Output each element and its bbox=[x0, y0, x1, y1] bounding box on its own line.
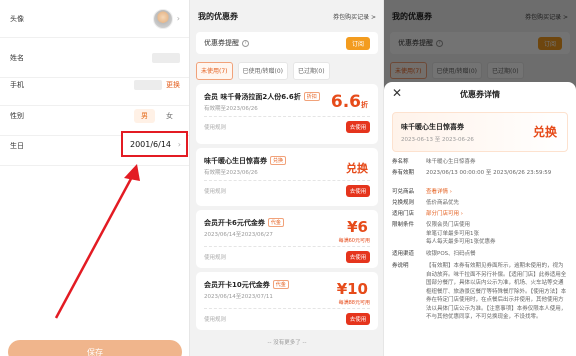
coupon-tag: 兑换 bbox=[270, 156, 287, 165]
coupon-tabs: 未使用(7) 已使用/转赠(0) 已过期(0) bbox=[196, 62, 378, 80]
divider bbox=[204, 246, 370, 247]
detail-row: 券名称 味千暖心生日惊喜券 bbox=[392, 159, 476, 165]
coupon-detail-panel: 我的优惠券 券包购买记录 > 优惠券提醒? 订阅 未使用(7) 已使用/转赠(0… bbox=[384, 0, 576, 356]
detail-row: 兑换规则 低价商品优先 bbox=[392, 200, 460, 206]
usage-rules-link[interactable]: 使用规则 bbox=[204, 187, 226, 195]
coupon-tag: 代金 bbox=[267, 218, 284, 227]
profile-panel: 头像 › 姓名 手机 更换 性别 男 女 生日 2001/6/14 › 保存 bbox=[0, 0, 190, 356]
help-icon[interactable]: ? bbox=[242, 39, 249, 47]
usage-rules-link[interactable]: 使用规则 bbox=[204, 253, 226, 261]
detail-row: 限制条件 仅限会员门店使用 单笔订单最多可用1张 每人每天最多可用1张优惠券 bbox=[392, 222, 496, 245]
coupon-card[interactable]: 会员开卡10元代金券 代金 2023/06/14至2023/07/11 ¥10 每… bbox=[196, 272, 378, 330]
coupon-condition: 每满60元可用 bbox=[338, 238, 370, 244]
use-coupon-button[interactable]: 去使用 bbox=[346, 251, 370, 263]
divider bbox=[204, 180, 370, 181]
coupon-list-panel: 我的优惠券 券包购买记录 > 优惠券提醒? 订阅 未使用(7) 已使用/转赠(0… bbox=[190, 0, 384, 356]
detail-row: 适用渠道 收银POS、扫码点餐 bbox=[392, 251, 476, 257]
coupon-value: 兑换 bbox=[346, 162, 368, 175]
sheet-title: 优惠券详情 bbox=[460, 89, 500, 99]
coupon-title: 味千暖心生日惊喜券 bbox=[401, 123, 464, 131]
usage-rules-link[interactable]: 使用规则 bbox=[204, 123, 226, 131]
detail-row: 券有效期 2023/06/13 00:00:00 至 2023/06/26 23:… bbox=[392, 170, 552, 176]
coupon-value: ¥6 bbox=[347, 218, 368, 236]
usage-rules-link[interactable]: 使用规则 bbox=[204, 315, 226, 323]
tab-unused[interactable]: 未使用(7) bbox=[196, 62, 233, 80]
tab-expired[interactable]: 已过期(0) bbox=[293, 62, 330, 80]
detail-row: 适用门店 部分门店可用 › bbox=[392, 210, 568, 219]
coupon-card[interactable]: 味千暖心生日惊喜券 兑换 有效期至2023/06/26 兑换 使用规则 去使用 bbox=[196, 148, 378, 206]
coupon-title: 会员开卡6元代金券 bbox=[204, 219, 265, 227]
coupon-header: 我的优惠券 券包购买记录 > bbox=[190, 0, 384, 32]
divider bbox=[204, 116, 370, 117]
detail-row: 券说明 【有效期】本券有效期见券面所示，逾期未使用的，视为自动放弃。味千拉面不另行… bbox=[392, 263, 567, 320]
coupon-date: 有效期至2023/06/26 bbox=[204, 106, 258, 112]
coupon-tag: 折扣 bbox=[303, 92, 320, 101]
coupon-value: 兑换 bbox=[532, 125, 557, 139]
subscribe-button[interactable]: 订阅 bbox=[345, 36, 370, 50]
coupon-tag: 代金 bbox=[272, 280, 289, 289]
coupon-date: 2023/06/14至2023/06/27 bbox=[204, 232, 273, 238]
coupon-unit: 折 bbox=[361, 101, 368, 109]
purchase-record-link[interactable]: 券包购买记录 > bbox=[333, 12, 376, 21]
coupon-date: 2023/06/14至2023/07/11 bbox=[204, 294, 273, 300]
coupon-value: ¥10 bbox=[336, 280, 368, 298]
save-button[interactable]: 保存 bbox=[8, 340, 182, 356]
coupon-date: 2023-06-13 至 2023-06-26 bbox=[401, 137, 474, 143]
tab-used[interactable]: 已使用/转赠(0) bbox=[237, 62, 289, 80]
coupon-card[interactable]: 会员开卡6元代金券 代金 2023/06/14至2023/06/27 ¥6 每满6… bbox=[196, 210, 378, 268]
coupon-title: 会员开卡10元代金券 bbox=[204, 281, 270, 289]
page-title: 我的优惠券 bbox=[198, 11, 238, 21]
coupon-remind-bar: 优惠券提醒? 订阅 bbox=[196, 32, 378, 54]
coupon-title: 味千暖心生日惊喜券 bbox=[204, 157, 267, 165]
remind-label: 优惠券提醒 bbox=[204, 39, 239, 47]
coupon-card[interactable]: 会员 味千骨汤拉面2人份6.6折 折扣 有效期至2023/06/26 6.6折 使… bbox=[196, 84, 378, 144]
stores-link[interactable]: 部分门店可用 › bbox=[426, 210, 568, 219]
no-more-text: -- 没有更多了 -- bbox=[267, 340, 307, 346]
coupon-detail-sheet: ✕ 优惠券详情 味千暖心生日惊喜券 2023-06-13 至 2023-06-2… bbox=[384, 82, 576, 356]
close-icon[interactable]: ✕ bbox=[392, 86, 402, 100]
detail-row: 可兑商品 查看详情 › bbox=[392, 188, 568, 197]
use-coupon-button[interactable]: 去使用 bbox=[346, 121, 370, 133]
annotation-arrow-icon bbox=[54, 164, 140, 319]
divider bbox=[204, 308, 370, 309]
use-coupon-button[interactable]: 去使用 bbox=[346, 185, 370, 197]
use-coupon-button[interactable]: 去使用 bbox=[346, 313, 370, 325]
coupon-title: 会员 味千骨汤拉面2人份6.6折 bbox=[204, 93, 301, 101]
coupon-value: 6.6 bbox=[330, 92, 361, 112]
coupon-condition: 每满88元可用 bbox=[338, 300, 370, 306]
coupon-hero: 味千暖心生日惊喜券 2023-06-13 至 2023-06-26 兑换 bbox=[392, 112, 568, 152]
view-products-link[interactable]: 查看详情 › bbox=[426, 188, 568, 197]
coupon-date: 有效期至2023/06/26 bbox=[204, 170, 258, 176]
